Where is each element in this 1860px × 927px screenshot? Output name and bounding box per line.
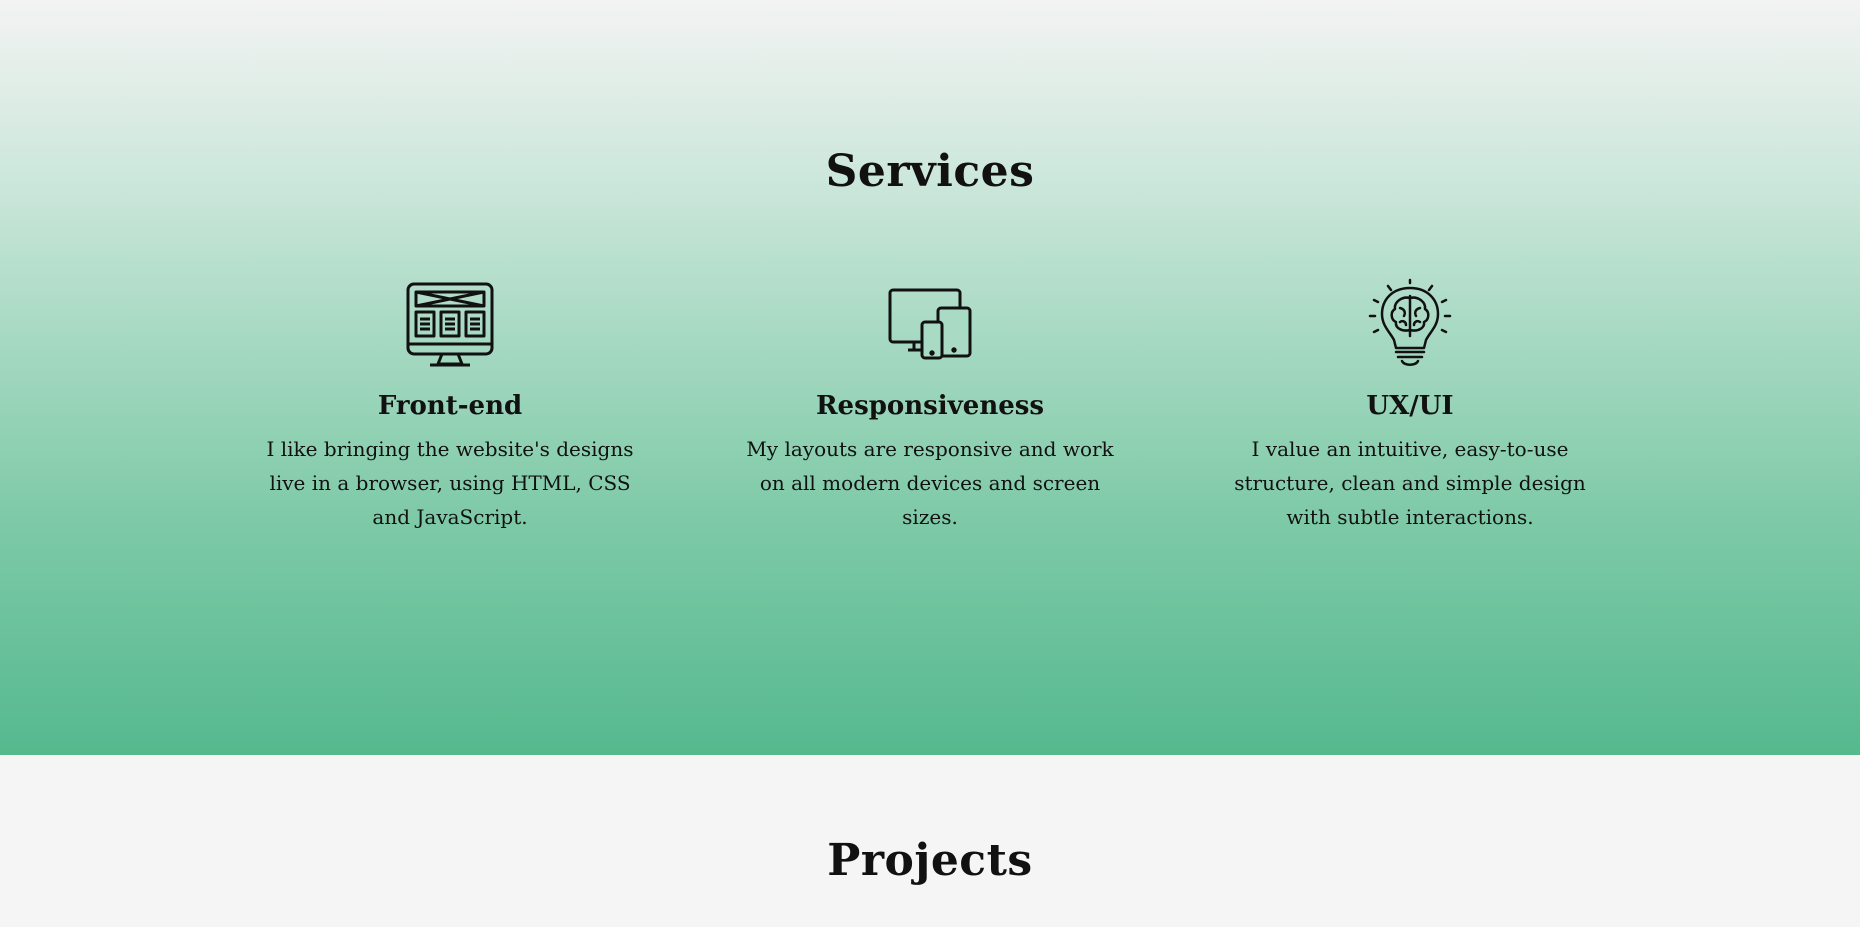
services-title: Services — [825, 146, 1035, 197]
service-title: Responsiveness — [815, 391, 1045, 421]
service-title: Front-end — [377, 391, 523, 421]
service-card-responsiveness: Responsiveness My layouts are responsive… — [735, 278, 1125, 534]
projects-title: Projects — [827, 835, 1033, 886]
service-description: I like bringing the website's designs li… — [266, 437, 634, 529]
service-description: My layouts are responsive and work on al… — [746, 437, 1114, 529]
desktop-monitor-icon — [406, 282, 494, 367]
service-card-front-end: Front-end I like bringing the website's … — [255, 278, 645, 534]
lightbulb-brain-icon — [1368, 278, 1452, 366]
service-description: I value an intuitive, easy-to-use struct… — [1234, 437, 1586, 529]
responsive-devices-icon — [888, 288, 972, 360]
service-title: UX/UI — [1366, 391, 1454, 421]
services-section: Services Front-end I like bringing the w… — [0, 0, 1860, 755]
service-card-ux-ui: UX/UI I value an intuitive, easy-to-use … — [1215, 278, 1605, 534]
